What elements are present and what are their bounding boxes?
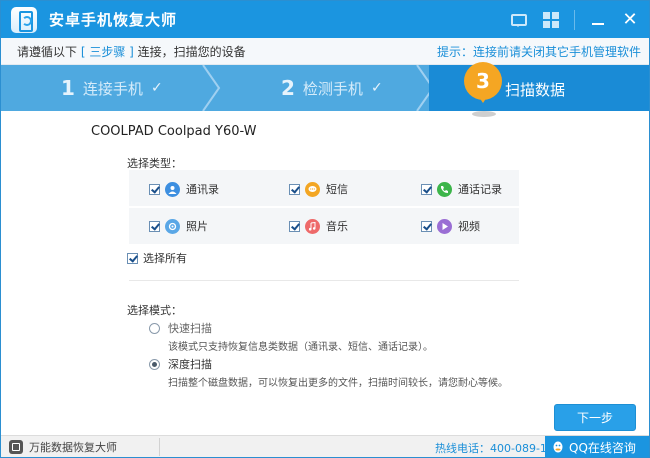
instruction-bar: 请遵循以下 [ 三步骤 ] 连接，扫描您的设备 提示：连接前请关闭其它手机管理软… [1,38,649,65]
step-check-icon: ✓ [370,80,383,96]
photo-icon [165,218,180,234]
step-detect: 2 检测手机 ✓ [281,65,383,111]
type-label: 通话记录 [458,183,502,196]
step-check-icon: ✓ [150,80,163,96]
close-icon: ✕ [622,8,638,30]
qq-penguin-icon [553,441,563,453]
sms-icon [305,181,320,197]
type-section-label: 选择类型： [127,157,182,170]
minimize-icon [592,22,604,25]
type-option-video[interactable]: 视频 [421,218,480,234]
feedback-button[interactable] [506,7,532,33]
brand-logo-icon [9,440,23,454]
checkbox[interactable] [289,183,300,195]
type-option-photo[interactable]: 照片 [149,218,208,234]
instruction-prefix: 请遵循以下 [17,44,78,59]
step-connect: 1 连接手机 ✓ [61,65,163,111]
device-name: COOLPAD Coolpad Y60-W [91,124,257,139]
step-number: 2 [281,76,295,100]
type-option-contacts[interactable]: 通讯录 [149,181,219,197]
contacts-icon [165,181,180,197]
type-option-music[interactable]: 音乐 [289,218,348,234]
section-divider [129,280,519,281]
step-scan-active: 扫描数据 [429,65,649,111]
checkbox[interactable] [149,220,160,232]
step-3-badge: 3 [464,62,502,100]
title-bar: 安卓手机恢复大师 ✕ [1,1,649,38]
select-all-label: 选择所有 [143,252,187,265]
type-label: 音乐 [326,220,348,233]
step-label: 检测手机 [302,79,363,98]
mode-option-quick-scan[interactable]: 快速扫描 该模式只支持恢复信息类数据（通讯录、短信、通话记录）。 [149,320,433,353]
mode-title: 深度扫描 [168,358,212,371]
row-divider [129,206,519,208]
select-all-option[interactable]: 选择所有 [127,250,187,266]
type-label: 通讯录 [186,183,219,196]
checkbox[interactable] [421,220,432,232]
app-title: 安卓手机恢复大师 [49,11,178,29]
brand-link[interactable]: 万能数据恢复大师 [9,439,117,455]
app-window: 安卓手机恢复大师 ✕ 请遵循以下 [ 三步骤 ] 连接，扫描您的设备 提示：连接… [0,0,650,458]
checkbox[interactable] [421,183,432,195]
step-label: 扫描数据 [505,81,566,99]
video-icon [437,218,452,234]
mode-section-label: 选择模式： [127,304,182,317]
menu-button[interactable] [538,7,564,33]
checkbox[interactable] [289,220,300,232]
checkbox[interactable] [149,183,160,195]
instruction-text: 请遵循以下 [ 三步骤 ] 连接，扫描您的设备 [17,43,246,60]
mode-title: 快速扫描 [168,322,212,335]
status-divider [159,438,160,456]
select-all-checkbox[interactable] [127,252,138,264]
grid-icon [543,11,559,28]
mode-description: 该模式只支持恢复信息类数据（通讯录、短信、通话记录）。 [168,342,433,353]
step-badge-shadow [472,111,496,117]
qq-label: QQ在线咨询 [569,440,636,455]
type-label: 视频 [458,220,480,233]
chat-icon [511,13,527,27]
instruction-suffix: 连接，扫描您的设备 [137,44,246,59]
music-icon [305,218,320,234]
minimize-button[interactable] [585,7,611,33]
quick-scan-radio[interactable] [149,323,160,334]
status-bar: 万能数据恢复大师 热线电话：400-089-1998 QQ在线咨询 [1,435,649,457]
step-label: 连接手机 [82,79,143,98]
brand-name: 万能数据恢复大师 [29,441,117,454]
instruction-highlight: [ 三步骤 ] [80,44,134,59]
app-logo-icon [11,6,37,33]
next-button[interactable]: 下一步 [554,404,636,431]
titlebar-divider [574,9,575,30]
type-option-call-log[interactable]: 通话记录 [421,181,502,197]
type-option-sms[interactable]: 短信 [289,181,348,197]
step-divider-chevron [201,65,221,111]
type-label: 短信 [326,183,348,196]
close-button[interactable]: ✕ [617,7,643,33]
tip-text: 提示：连接前请关闭其它手机管理软件 [436,44,641,59]
step-number: 1 [61,76,75,100]
deep-scan-radio[interactable] [149,359,160,370]
qq-consult-button[interactable]: QQ在线咨询 [545,436,649,457]
step-bar: 1 连接手机 ✓ 2 检测手机 ✓ 扫描数据 [1,65,649,111]
mode-description: 扫描整个磁盘数据，可以恢复出更多的文件，扫描时间较长，请您耐心等候。 [168,378,508,389]
mode-option-deep-scan[interactable]: 深度扫描 扫描整个磁盘数据，可以恢复出更多的文件，扫描时间较长，请您耐心等候。 [149,356,508,389]
call-log-icon [437,181,452,197]
type-label: 照片 [186,220,208,233]
type-grid: 通讯录 短信 通话记录 照片 音乐 视频 [129,170,519,244]
